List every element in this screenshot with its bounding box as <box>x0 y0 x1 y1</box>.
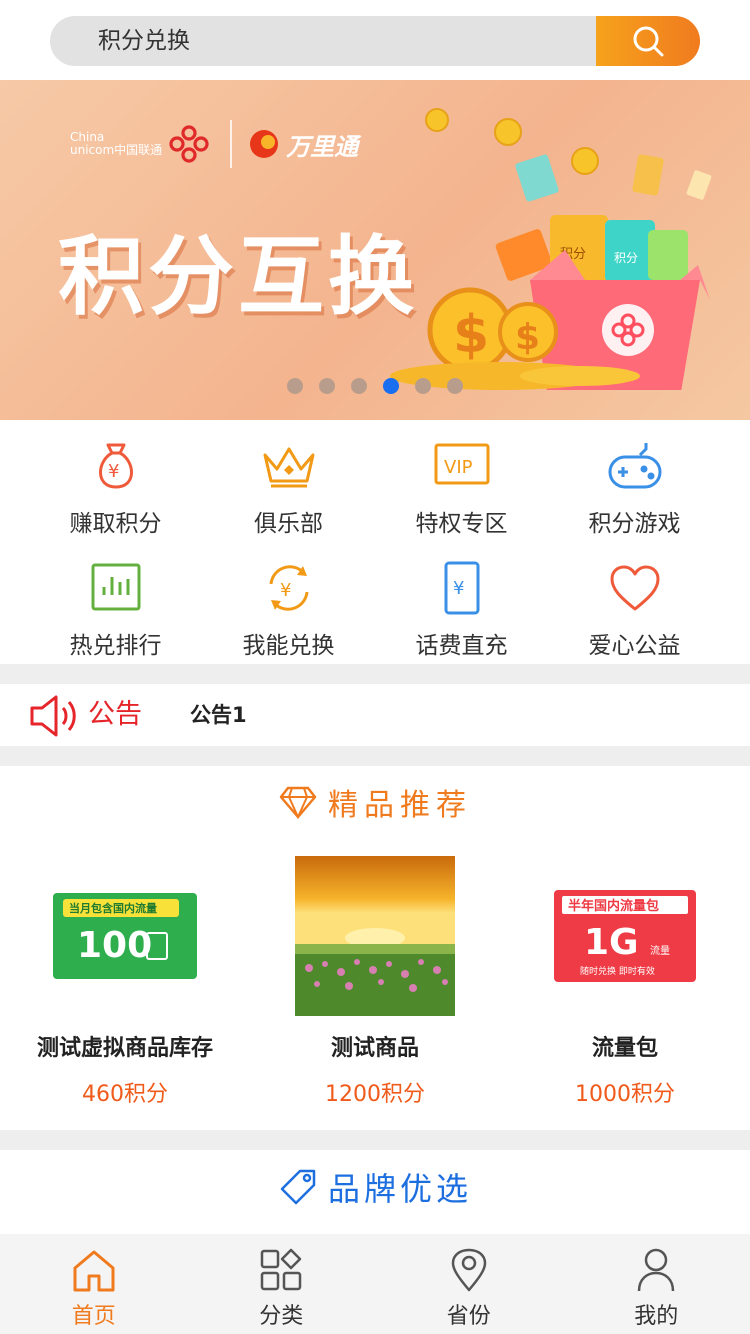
brands-section: 品牌优选 <box>0 1150 750 1234</box>
carousel-dot[interactable] <box>447 378 463 394</box>
svg-text:$: $ <box>453 305 489 365</box>
bottom-tab-bar: 首页 分类 省份 我的 <box>0 1234 750 1334</box>
grid-item-charity[interactable]: 爱心公益 <box>541 542 728 662</box>
grid-item-club[interactable]: 俱乐部 <box>195 420 382 540</box>
product-card[interactable]: 测试商品 1200积分 <box>250 856 500 1108</box>
tab-mine[interactable]: 我的 <box>563 1234 750 1334</box>
home-icon <box>70 1246 118 1294</box>
grid-item-privilege[interactable]: VIP 特权专区 <box>368 420 555 540</box>
tab-province[interactable]: 省份 <box>375 1234 563 1334</box>
money-bag-icon: ¥ <box>86 436 146 496</box>
phone-recharge-icon: ¥ <box>432 558 492 618</box>
carousel-dot-active[interactable] <box>383 378 399 394</box>
notice-label: 公告 <box>88 699 142 730</box>
svg-text:¥: ¥ <box>280 580 291 601</box>
vip-icon: VIP <box>432 436 492 496</box>
section-title-featured: 精品推荐 <box>0 780 750 824</box>
brand-divider <box>230 120 233 168</box>
speaker-icon <box>28 694 84 742</box>
svg-text:¥: ¥ <box>108 461 119 482</box>
user-icon <box>632 1246 680 1294</box>
exchange-icon: ¥ <box>259 558 319 618</box>
grid-item-hot-ranking[interactable]: 热兑排行 <box>22 542 209 662</box>
grid-item-can-exchange[interactable]: ¥ 我能兑换 <box>195 542 382 662</box>
carousel-dot[interactable] <box>287 378 303 394</box>
svg-text:当月包含国内流量: 当月包含国内流量 <box>69 901 157 915</box>
crown-icon <box>259 436 319 496</box>
product-image: 当月包含国内流量 100 <box>53 856 197 1016</box>
section-title-brands: 品牌优选 <box>0 1164 750 1210</box>
brand-logos: China unicom中国联通 万里通 <box>70 120 358 168</box>
grid-item-phone-recharge[interactable]: ¥ 话费直充 <box>368 542 555 662</box>
grid-item-earn-points[interactable]: ¥ 赚取积分 <box>22 420 209 540</box>
search-icon <box>633 26 664 57</box>
chart-icon <box>86 558 146 618</box>
grid-item-points-game[interactable]: 积分游戏 <box>541 420 728 540</box>
product-image <box>295 856 455 1016</box>
wanlitong-logo: 万里通 <box>248 127 358 162</box>
heart-icon <box>605 558 665 618</box>
product-card[interactable]: 半年国内流量包 1G 流量 随时兑换 即时有效 流量包 1000积分 <box>500 856 750 1108</box>
feature-grid: ¥ 赚取积分 俱乐部 VIP 特权专区 积分游戏 热兑排行 ¥ 我能兑换 ¥ 话… <box>0 420 750 664</box>
product-image: 半年国内流量包 1G 流量 随时兑换 即时有效 <box>554 856 696 1016</box>
search-bar[interactable]: 积分兑换 <box>50 16 700 66</box>
notice-bar[interactable]: 公告 公告1 <box>0 684 750 746</box>
svg-text:随时兑换 即时有效: 随时兑换 即时有效 <box>580 965 655 977</box>
china-unicom-logo: China unicom中国联通 <box>70 124 214 164</box>
tab-category[interactable]: 分类 <box>188 1234 376 1334</box>
carousel-dot[interactable] <box>351 378 367 394</box>
product-card[interactable]: 当月包含国内流量 100 测试虚拟商品库存 460积分 <box>0 856 250 1108</box>
svg-text:100: 100 <box>77 925 152 966</box>
svg-text:¥: ¥ <box>453 578 464 599</box>
carousel-dots <box>287 378 479 394</box>
header: 积分兑换 <box>0 0 750 80</box>
banner-title: 积分互换 <box>58 227 418 327</box>
category-icon <box>257 1246 305 1294</box>
svg-text:半年国内流量包: 半年国内流量包 <box>568 898 659 914</box>
tag-icon <box>280 1169 316 1205</box>
wanlitong-icon <box>250 130 279 158</box>
search-input[interactable]: 积分兑换 <box>98 16 190 66</box>
svg-text:1G: 1G <box>584 922 639 963</box>
search-button[interactable] <box>596 16 700 66</box>
unicom-knot-icon <box>169 125 209 163</box>
svg-text:$: $ <box>515 317 540 358</box>
svg-text:积分: 积分 <box>614 251 638 265</box>
svg-text:流量: 流量 <box>650 944 670 957</box>
banner-carousel[interactable]: China unicom中国联通 万里通 积分互换 积分 积分 $ $ <box>0 80 750 420</box>
tab-home[interactable]: 首页 <box>0 1234 188 1334</box>
notice-text[interactable]: 公告1 <box>190 684 247 746</box>
svg-text:VIP: VIP <box>444 457 473 478</box>
carousel-dot[interactable] <box>319 378 335 394</box>
location-icon <box>445 1246 493 1294</box>
gift-box-illustration: 积分 积分 $ $ <box>390 108 712 390</box>
diamond-icon <box>279 786 317 820</box>
gamepad-icon <box>605 436 665 496</box>
carousel-dot[interactable] <box>415 378 431 394</box>
featured-section: 精品推荐 当月包含国内流量 100 测试虚拟商品库存 460积分 测试商品 12… <box>0 766 750 1130</box>
